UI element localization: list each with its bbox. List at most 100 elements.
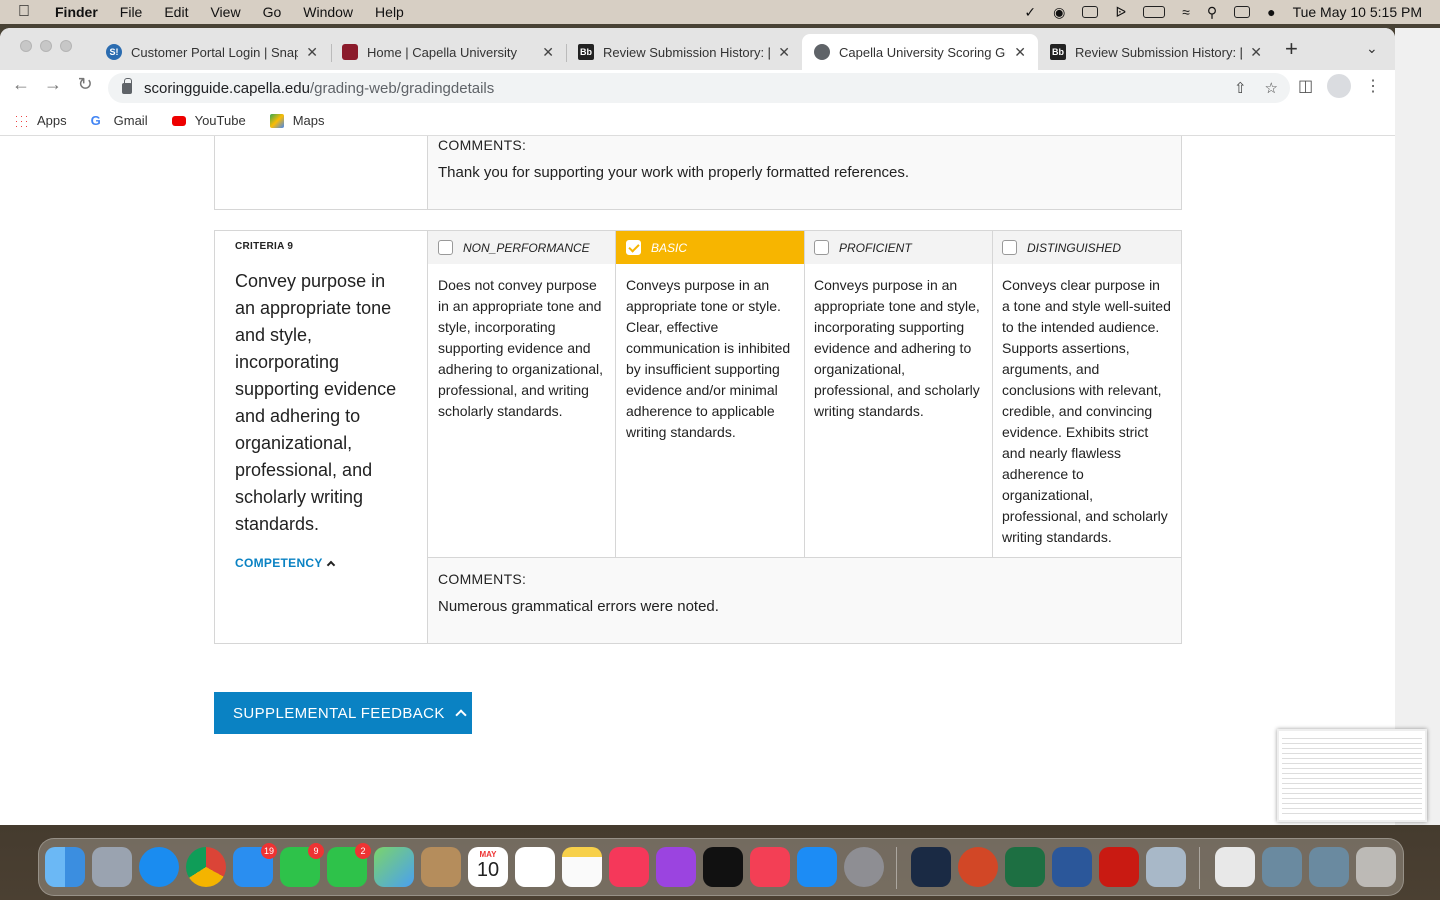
bluetooth-icon[interactable]: ᐉ	[1115, 4, 1126, 21]
excel-icon[interactable]	[1005, 847, 1045, 887]
bookmark-maps[interactable]: Maps	[269, 113, 324, 128]
status-check-icon[interactable]: ✓	[1024, 4, 1036, 21]
side-panel-icon[interactable]: ◫	[1298, 76, 1313, 96]
word-icon[interactable]	[1052, 847, 1092, 887]
finder-icon[interactable]	[45, 847, 85, 887]
reload-icon[interactable]: ↻	[72, 74, 98, 95]
competency-toggle[interactable]: COMPETENCY	[235, 556, 407, 570]
facetime-icon[interactable]: 9	[280, 843, 324, 887]
launchpad-icon[interactable]	[92, 847, 132, 887]
bookmark-apps[interactable]: Apps	[14, 113, 67, 128]
keyboard-icon[interactable]	[1082, 6, 1099, 18]
document-file-icon[interactable]	[1215, 847, 1255, 887]
menu-window[interactable]: Window	[292, 4, 364, 20]
menu-go[interactable]: Go	[252, 4, 293, 20]
tab-search-chevron-icon[interactable]: ⌄	[1366, 40, 1378, 57]
notes-icon[interactable]	[562, 847, 602, 887]
kebab-menu-icon[interactable]: ⋮	[1365, 76, 1381, 96]
app-store-icon[interactable]	[797, 847, 837, 887]
tab-close-icon[interactable]: ✕	[306, 44, 318, 61]
level-checkbox[interactable]	[1002, 240, 1017, 255]
system-preferences-icon[interactable]	[844, 847, 884, 887]
level-checkbox[interactable]	[438, 240, 453, 255]
reminders-icon[interactable]	[515, 847, 555, 887]
level-non-performance[interactable]: NON_PERFORMANCE	[428, 231, 616, 264]
creative-cloud-icon[interactable]: ◉	[1053, 4, 1065, 21]
downloads-stack-icon[interactable]	[1262, 847, 1302, 887]
level-description: Conveys clear purpose in a tone and styl…	[1002, 277, 1171, 545]
mail-icon[interactable]: 19	[233, 843, 277, 887]
news-icon[interactable]	[750, 847, 790, 887]
supplemental-feedback-button[interactable]: SUPPLEMENTAL FEEDBACK	[214, 692, 472, 734]
music-icon[interactable]	[609, 847, 649, 887]
bookmark-youtube[interactable]: YouTube	[171, 113, 246, 128]
wifi-icon[interactable]: ≈	[1182, 4, 1190, 20]
chrome-icon[interactable]	[186, 847, 226, 887]
menu-help[interactable]: Help	[364, 4, 415, 20]
menu-app-name[interactable]: Finder	[44, 4, 109, 20]
control-center-icon[interactable]	[1234, 6, 1251, 18]
url-host: scoringguide.capella.edu	[144, 79, 310, 97]
spotlight-search-icon[interactable]: ⚲	[1207, 4, 1217, 21]
blackboard-favicon-icon: Bb	[1050, 44, 1066, 60]
safari-icon[interactable]	[139, 847, 179, 887]
bookmark-star-icon[interactable]: ☆	[1265, 79, 1278, 97]
tab-close-icon[interactable]: ✕	[542, 44, 554, 61]
apple-menu-icon[interactable]: 	[0, 3, 44, 21]
back-arrow-icon[interactable]: ←	[8, 74, 34, 95]
level-description: Conveys purpose in an appropriate tone o…	[626, 277, 791, 440]
tab-close-icon[interactable]: ✕	[1250, 44, 1262, 61]
level-checkbox-checked[interactable]	[626, 240, 641, 255]
menu-file[interactable]: File	[109, 4, 154, 20]
level-distinguished[interactable]: DISTINGUISHED	[992, 231, 1181, 264]
profile-avatar[interactable]	[1327, 74, 1352, 98]
menu-edit[interactable]: Edit	[153, 4, 199, 20]
divider	[615, 231, 616, 558]
background-window-edge	[1395, 28, 1440, 825]
contacts-icon[interactable]	[421, 847, 461, 887]
window-close-button[interactable]	[20, 40, 32, 52]
tab-review-submission-2[interactable]: Bb Review Submission History: [u ✕	[1038, 34, 1274, 70]
tab-scoring-guide[interactable]: Capella University Scoring Gui ✕	[802, 34, 1038, 70]
screenshot-thumbnail[interactable]	[1277, 729, 1427, 822]
tab-review-submission-1[interactable]: Bb Review Submission History: [u ✕	[566, 34, 802, 70]
lock-icon[interactable]	[122, 77, 132, 94]
level-description: Conveys purpose in an appropriate tone a…	[814, 277, 980, 419]
acrobat-icon[interactable]	[1099, 847, 1139, 887]
previous-criterion-block: COMMENTS: Thank you for supporting your …	[214, 136, 1182, 210]
tab-customer-portal[interactable]: S! Customer Portal Login | Snap F ✕	[94, 34, 330, 70]
browser-window: S! Customer Portal Login | Snap F ✕ Home…	[0, 28, 1395, 825]
apple-tv-icon[interactable]	[703, 847, 743, 887]
comment-text: Thank you for supporting your work with …	[438, 164, 910, 181]
battery-icon[interactable]	[1143, 6, 1166, 18]
level-checkbox[interactable]	[814, 240, 829, 255]
menu-view[interactable]: View	[199, 4, 251, 20]
address-bar[interactable]: scoringguide.capella.edu/grading-web/gra…	[108, 73, 1290, 103]
menubar-clock[interactable]: Tue May 10 5:15 PM	[1293, 4, 1422, 20]
siri-icon[interactable]: ●	[1267, 4, 1275, 20]
share-icon[interactable]: ⇧	[1234, 79, 1247, 97]
window-minimize-button[interactable]	[40, 40, 52, 52]
preview-icon[interactable]	[1146, 847, 1186, 887]
tab-close-icon[interactable]: ✕	[778, 44, 790, 61]
bookmark-gmail[interactable]: G Gmail	[91, 113, 148, 128]
tab-capella-home[interactable]: Home | Capella University ✕	[330, 34, 566, 70]
dock-divider	[896, 847, 897, 889]
podcasts-icon[interactable]	[656, 847, 696, 887]
vpn-shield-icon[interactable]	[911, 847, 951, 887]
messages-icon[interactable]: 2	[327, 843, 371, 887]
window-zoom-button[interactable]	[60, 40, 72, 52]
thumbnail-preview	[1282, 734, 1422, 818]
chevron-up-icon	[455, 709, 467, 721]
level-basic[interactable]: BASIC	[616, 231, 804, 264]
tab-close-icon[interactable]: ✕	[1014, 44, 1026, 61]
forward-arrow-icon[interactable]: →	[40, 74, 66, 95]
new-tab-plus-icon[interactable]: +	[1285, 36, 1298, 62]
tab-title: Home | Capella University	[367, 44, 518, 60]
powerpoint-icon[interactable]	[958, 847, 998, 887]
trash-icon[interactable]	[1356, 847, 1396, 887]
screenshots-stack-icon[interactable]	[1309, 847, 1349, 887]
level-proficient[interactable]: PROFICIENT	[804, 231, 992, 264]
calendar-icon[interactable]: MAY 10	[468, 847, 508, 887]
maps-icon[interactable]	[374, 847, 414, 887]
